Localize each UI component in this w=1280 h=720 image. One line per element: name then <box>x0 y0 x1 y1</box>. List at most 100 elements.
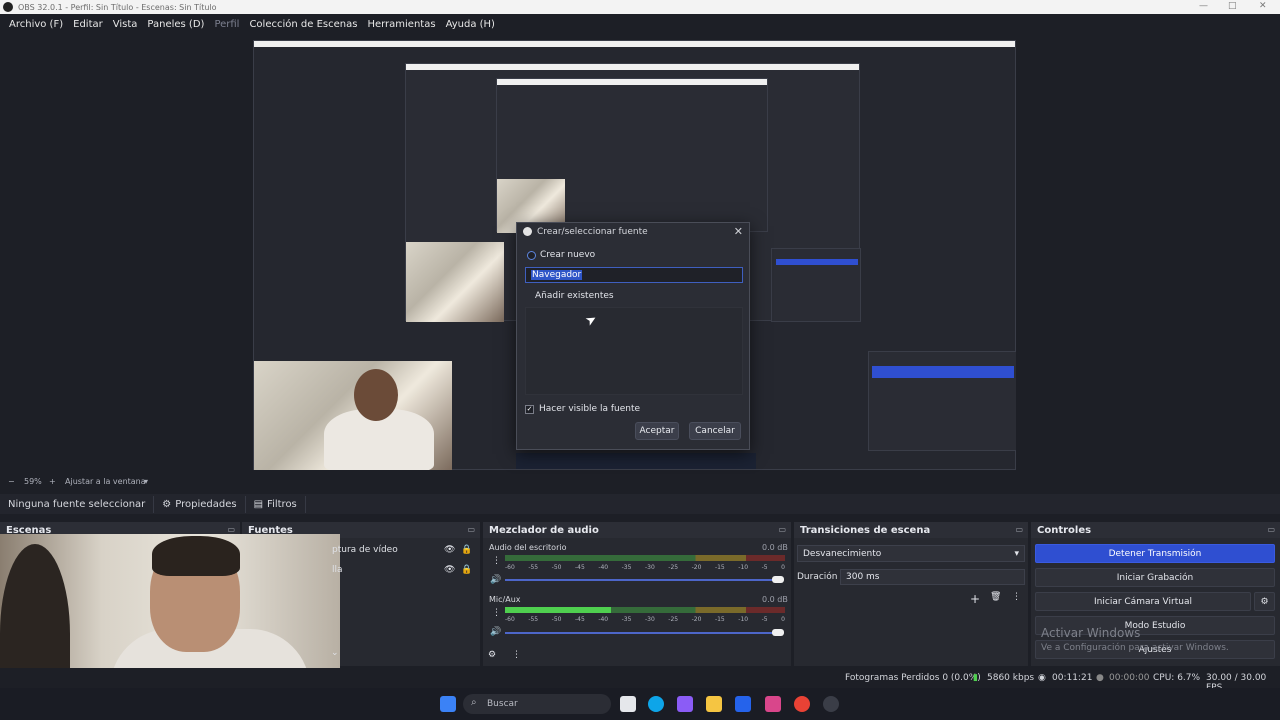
windows-start-icon[interactable] <box>440 696 456 712</box>
fit-to-window-label[interactable]: Ajustar a la ventana <box>65 477 146 486</box>
mic-audio-ticks: -60 -55 -50 -45 -40 -35 -30 -25 -20 -15 -10 -5 0 <box>505 616 785 623</box>
desktop-volume-slider[interactable] <box>505 579 780 581</box>
check-icon[interactable]: ✓ <box>525 404 534 414</box>
mic-volume-slider[interactable] <box>505 632 780 634</box>
no-source-label: Ninguna fuente seleccionar <box>8 498 146 510</box>
meter-tick-label: -30 <box>644 564 655 571</box>
chevron-down-icon: ▾ <box>1014 548 1019 559</box>
add-existing-radio[interactable]: Añadir existentes <box>535 291 614 301</box>
make-visible-checkbox[interactable]: ✓ Hacer visible la fuente <box>525 404 640 414</box>
duration-input[interactable]: 300 ms <box>840 569 1025 585</box>
speaker-icon[interactable]: 🔊 <box>490 627 501 637</box>
chrome-icon[interactable] <box>794 696 810 712</box>
cancel-button[interactable]: Cancelar <box>689 422 741 440</box>
eye-icon[interactable]: 👁 <box>444 545 455 555</box>
source-item-video-capture[interactable]: ptura de vídeo <box>332 545 398 555</box>
source-item-2[interactable]: lla <box>332 565 343 575</box>
dock-float-icon[interactable]: ▭ <box>1267 525 1275 534</box>
copilot-icon[interactable] <box>677 696 693 712</box>
minimize-icon[interactable]: — <box>1199 1 1208 11</box>
dock-float-icon[interactable]: ▭ <box>778 525 786 534</box>
trash-icon[interactable]: 🗑 <box>990 592 1001 602</box>
mixer-settings-icon[interactable]: ⚙ <box>488 650 496 660</box>
meter-tick-label: -40 <box>598 616 609 623</box>
start-recording-button[interactable]: Iniciar Grabación <box>1035 568 1275 587</box>
start-virtual-camera-button[interactable]: Iniciar Cámara Virtual <box>1035 592 1251 611</box>
source-toolbar: Ninguna fuente seleccionar ⚙ Propiedades… <box>0 494 1280 514</box>
existing-sources-list[interactable] <box>525 307 743 395</box>
meter-tick-label: -45 <box>574 616 585 623</box>
menu-profile[interactable]: Perfil <box>209 19 244 30</box>
meter-tick-label: -15 <box>714 564 725 571</box>
more-icon[interactable]: ⋮ <box>1012 592 1021 602</box>
dialog-title-bar: Crear/seleccionar fuente <box>517 223 749 241</box>
mixer-channel-mic-db: 0.0 dB <box>762 595 788 604</box>
nested-title-bar-3 <box>497 79 767 85</box>
obs-taskbar-icon[interactable] <box>823 696 839 712</box>
menu-tools[interactable]: Herramientas <box>362 19 440 30</box>
filters-button[interactable]: ▤ Filtros <box>246 495 306 513</box>
source-name-input[interactable]: Navegador <box>525 267 743 283</box>
meter-tick-label: -5 <box>761 564 768 571</box>
close-icon[interactable]: ✕ <box>1259 1 1267 11</box>
menu-view[interactable]: Vista <box>108 19 143 30</box>
dock-float-icon[interactable]: ▭ <box>227 525 235 534</box>
chevron-down-icon[interactable]: ⌄ <box>331 648 339 658</box>
chevron-down-icon[interactable]: ▾ <box>144 477 148 486</box>
transition-select[interactable]: Desvanecimiento ▾ <box>797 545 1025 562</box>
more-icon[interactable]: ⋮ <box>492 608 501 618</box>
maximize-icon[interactable]: □ <box>1228 1 1237 11</box>
stop-streaming-button[interactable]: Detener Transmisión <box>1035 544 1275 563</box>
more-icon[interactable]: ⋮ <box>492 556 501 566</box>
virtual-camera-settings-icon[interactable]: ⚙ <box>1254 592 1275 611</box>
meter-tick-label: -30 <box>644 616 655 623</box>
dock-float-icon[interactable]: ▭ <box>467 525 475 534</box>
mixer-channel-mic-name: Mic/Aux <box>489 595 521 604</box>
zoom-out-icon[interactable]: − <box>8 477 15 486</box>
dock-float-icon[interactable]: ▭ <box>1015 525 1023 534</box>
live-time: 00:11:21 <box>1052 673 1093 683</box>
mic-volume-knob[interactable] <box>772 629 784 636</box>
lock-icon[interactable]: 🔒 <box>461 545 472 555</box>
search-icon: ⌕ <box>471 697 477 708</box>
menu-file[interactable]: Archivo (F) <box>4 19 68 30</box>
more-icon[interactable]: ⋮ <box>512 650 521 660</box>
obs-logo-icon <box>523 227 532 236</box>
controls-dock-header: Controles ▭ <box>1031 522 1280 538</box>
meter-tick-label: -60 <box>505 564 515 571</box>
title-bar: OBS 32.0.1 - Perfil: Sin Título - Escena… <box>0 0 1280 14</box>
speaker-icon[interactable]: 🔊 <box>490 575 501 585</box>
menu-scene-collection[interactable]: Colección de Escenas <box>244 19 362 30</box>
dropped-frames: Fotogramas Perdidos 0 (0.0%) <box>845 673 981 683</box>
transitions-dock-header: Transiciones de escena ▭ <box>794 522 1028 538</box>
meter-tick-label: -55 <box>528 564 539 571</box>
create-new-radio[interactable]: Crear nuevo <box>527 250 595 260</box>
desktop-volume-knob[interactable] <box>772 576 784 583</box>
lock-icon[interactable]: 🔒 <box>461 565 472 575</box>
taskbar-search-box[interactable]: ⌕ Buscar <box>463 694 611 714</box>
instagram-icon[interactable] <box>765 696 781 712</box>
radio-icon[interactable] <box>527 250 536 260</box>
create-new-label: Crear nuevo <box>540 250 596 260</box>
dialog-close-icon[interactable]: ✕ <box>734 225 743 238</box>
mixer-channel-desktop-db: 0.0 dB <box>762 543 788 552</box>
task-view-icon[interactable] <box>620 696 636 712</box>
window-title: OBS 32.0.1 - Perfil: Sin Título - Escena… <box>18 2 217 12</box>
edge-icon[interactable] <box>648 696 664 712</box>
properties-button[interactable]: ⚙ Propiedades <box>154 495 246 513</box>
menu-help[interactable]: Ayuda (H) <box>441 19 500 30</box>
menu-docks[interactable]: Paneles (D) <box>142 19 209 30</box>
menu-edit[interactable]: Editar <box>68 19 108 30</box>
zoom-in-icon[interactable]: + <box>49 477 56 486</box>
add-icon[interactable]: + <box>970 592 980 606</box>
desktop-audio-ticks: -60 -55 -50 -45 -40 -35 -30 -25 -20 -15 -10 -5 0 <box>505 564 785 571</box>
status-bar: Fotogramas Perdidos 0 (0.0%) ▮ 5860 kbps… <box>0 668 1280 693</box>
accept-button[interactable]: Aceptar <box>635 422 679 440</box>
file-explorer-icon[interactable] <box>706 696 722 712</box>
store-icon[interactable] <box>735 696 751 712</box>
nested-webcam-1 <box>254 361 452 470</box>
eye-icon[interactable]: 👁 <box>444 565 455 575</box>
webcam-person-hair <box>152 536 240 576</box>
meter-tick-label: -25 <box>668 564 679 571</box>
filter-icon: ▤ <box>253 498 264 510</box>
